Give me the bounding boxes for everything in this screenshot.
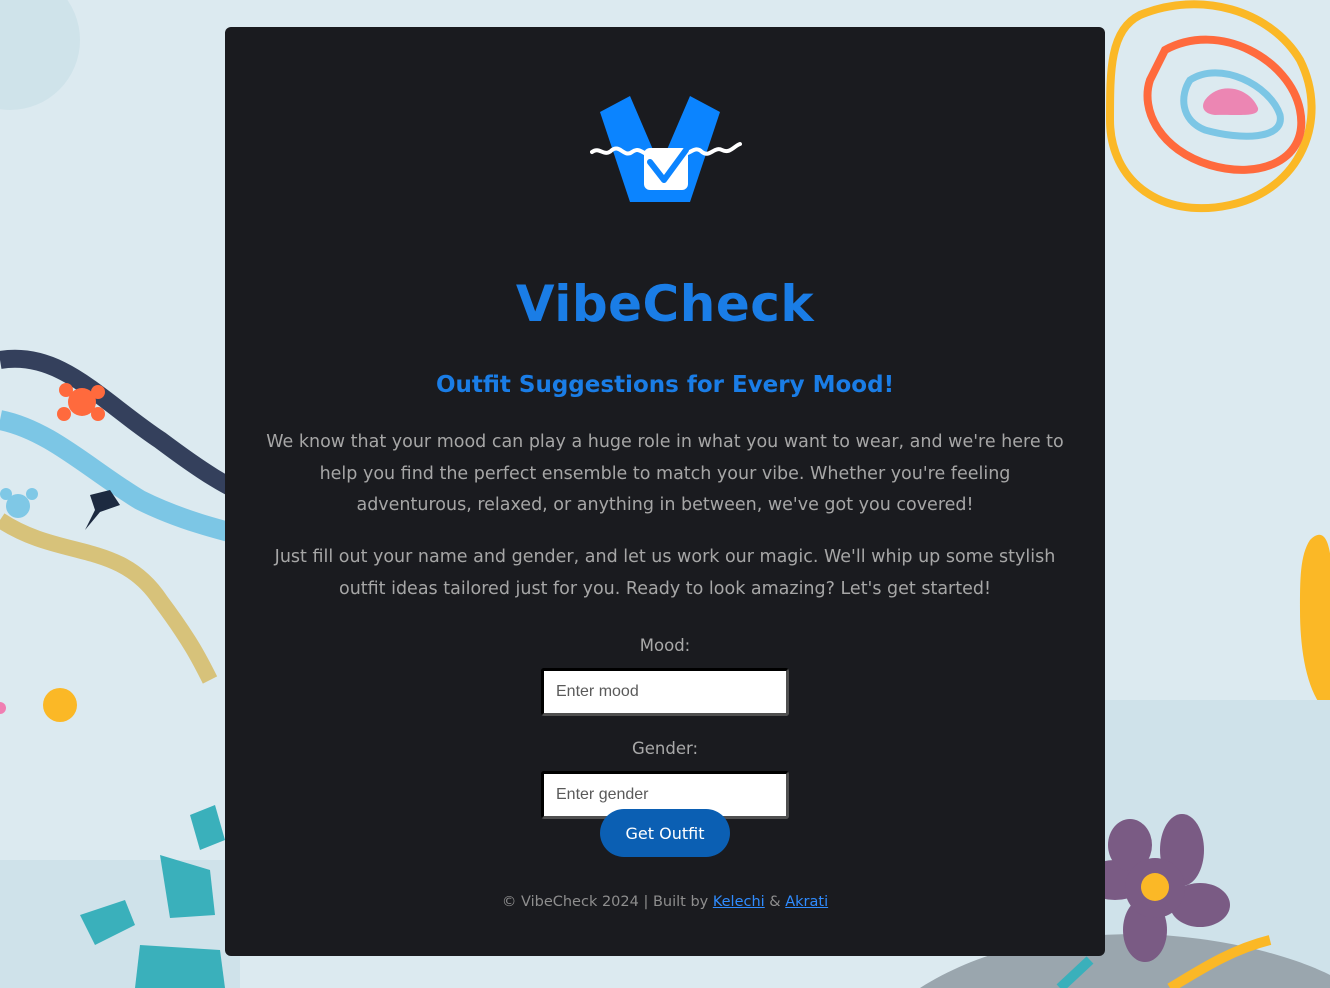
page-subtitle: Outfit Suggestions for Every Mood!: [435, 372, 895, 398]
main-card: VibeCheck Outfit Suggestions for Every M…: [225, 27, 1105, 956]
instructions-paragraph: Just fill out your name and gender, and …: [274, 547, 1056, 599]
gender-label: Gender:: [631, 739, 699, 758]
mood-label: Mood:: [639, 636, 691, 655]
author-link-akrati[interactable]: Akrati: [785, 894, 828, 910]
mood-input[interactable]: [541, 668, 789, 716]
footer-prefix: © VibeCheck 2024 | Built by: [501, 894, 713, 910]
app-title: VibeCheck: [515, 275, 815, 333]
vibecheck-logo-icon: [590, 96, 742, 202]
get-outfit-button[interactable]: Get Outfit: [600, 809, 730, 857]
author-link-kelechi[interactable]: Kelechi: [713, 894, 765, 910]
intro-paragraph: We know that your mood can play a huge r…: [266, 432, 1064, 515]
footer-separator: &: [764, 894, 786, 910]
footer: © VibeCheck 2024 | Built by Kelechi & Ak…: [225, 894, 1105, 910]
